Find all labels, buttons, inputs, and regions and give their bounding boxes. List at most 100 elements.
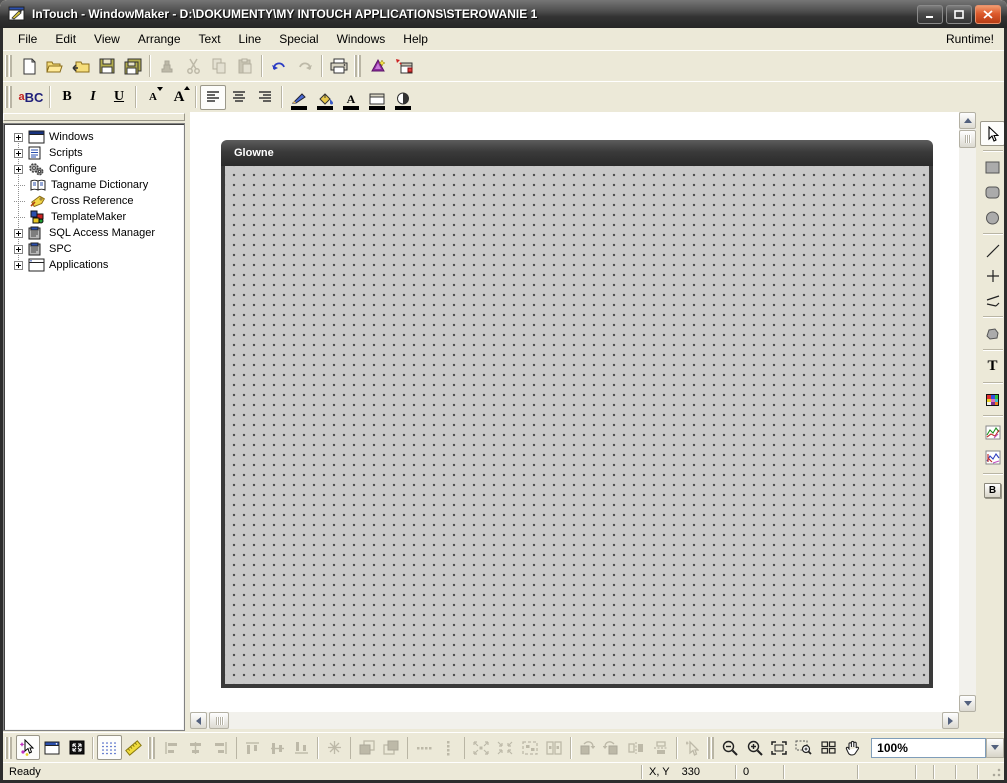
toolbar-gripper[interactable] xyxy=(5,737,12,759)
align-right-edges-button xyxy=(208,735,233,760)
horizontal-scrollbar[interactable] xyxy=(190,712,959,729)
show-all-windows-button[interactable] xyxy=(816,735,841,760)
scroll-right-button[interactable] xyxy=(942,712,959,729)
menu-line[interactable]: Line xyxy=(230,29,271,49)
document-titlebar[interactable]: Glowne xyxy=(221,140,933,166)
fill-color-button[interactable] xyxy=(312,85,338,110)
undo-button[interactable] xyxy=(266,54,292,79)
open-window-button[interactable] xyxy=(42,54,68,79)
zoom-out-button[interactable] xyxy=(718,735,743,760)
underline-button[interactable]: U xyxy=(106,85,132,110)
print-button[interactable] xyxy=(326,54,352,79)
minimize-button[interactable] xyxy=(917,5,943,24)
scroll-left-button[interactable] xyxy=(190,712,207,729)
transparent-color-button[interactable] xyxy=(390,85,416,110)
text-color-button[interactable]: A xyxy=(338,85,364,110)
titlebar[interactable]: InTouch - WindowMaker - D:\DOKUMENTY\MY … xyxy=(0,0,1007,28)
close-button[interactable] xyxy=(975,5,1001,24)
rectangle-tool[interactable] xyxy=(980,156,1005,179)
pan-button[interactable] xyxy=(841,735,866,760)
menu-edit[interactable]: Edit xyxy=(46,29,85,49)
snap-to-grid-button[interactable] xyxy=(97,735,122,760)
tree-item-cross-reference[interactable]: Cross Reference xyxy=(4,193,184,209)
close-window-button[interactable] xyxy=(68,54,94,79)
hv-line-tool[interactable] xyxy=(980,264,1005,287)
tree-item-applications[interactable]: Applications xyxy=(4,257,184,273)
wizard-select-button[interactable] xyxy=(16,735,41,760)
tree-item-tagname-dictionary[interactable]: Tagname Dictionary xyxy=(4,177,184,193)
zoom-level-input[interactable]: 100% xyxy=(871,738,986,758)
templatemaker-icon xyxy=(30,210,47,224)
fit-to-window-button[interactable] xyxy=(767,735,792,760)
resize-grip[interactable] xyxy=(990,766,1002,778)
toolbar-gripper[interactable] xyxy=(5,86,12,108)
align-right-button[interactable] xyxy=(252,85,278,110)
full-screen-button[interactable] xyxy=(65,735,90,760)
zoom-in-button[interactable] xyxy=(742,735,767,760)
realtime-trend-tool[interactable] xyxy=(980,421,1005,444)
expand-icon[interactable] xyxy=(14,261,23,270)
selector-tool[interactable] xyxy=(980,121,1005,146)
zoom-combo-dropdown-button[interactable] xyxy=(986,738,1004,758)
menu-arrange[interactable]: Arrange xyxy=(129,29,190,49)
toggle-window-frame-button[interactable] xyxy=(391,54,417,79)
align-center-button[interactable] xyxy=(226,85,252,110)
polygon-tool[interactable] xyxy=(980,322,1005,345)
ruler-button[interactable] xyxy=(122,735,147,760)
scroll-down-button[interactable] xyxy=(959,695,976,712)
expand-icon[interactable] xyxy=(14,165,23,174)
toolbar-gripper[interactable] xyxy=(5,55,12,77)
tree-item-templatemaker[interactable]: TemplateMaker xyxy=(4,209,184,225)
bold-button[interactable]: B xyxy=(54,85,80,110)
menu-help[interactable]: Help xyxy=(394,29,437,49)
design-canvas[interactable] xyxy=(225,166,929,684)
tree-panel-header[interactable] xyxy=(3,113,185,121)
expand-icon[interactable] xyxy=(14,133,23,142)
expand-icon[interactable] xyxy=(14,245,23,254)
button-tool[interactable]: B xyxy=(980,479,1005,502)
tree-item-scripts[interactable]: Scripts xyxy=(4,145,184,161)
tree-item-configure[interactable]: Configure xyxy=(4,161,184,177)
tree-item-windows[interactable]: Windows xyxy=(4,129,184,145)
new-window-button[interactable] xyxy=(16,54,42,79)
tree-item-sql-access-manager[interactable]: SQL Access Manager xyxy=(4,225,184,241)
tree-item-spc[interactable]: SPC xyxy=(4,241,184,257)
line-tool[interactable] xyxy=(980,239,1005,262)
reduce-font-button[interactable]: A xyxy=(140,85,166,110)
tagname-dictionary-icon xyxy=(30,178,47,192)
enlarge-font-button[interactable]: A xyxy=(166,85,192,110)
toolbar-gripper[interactable] xyxy=(148,737,155,759)
align-left-button[interactable] xyxy=(200,85,226,110)
italic-button[interactable]: I xyxy=(80,85,106,110)
ellipse-tool[interactable] xyxy=(980,206,1005,229)
expand-icon[interactable] xyxy=(14,149,23,158)
tree-item-label: Cross Reference xyxy=(51,195,134,207)
menu-file[interactable]: File xyxy=(9,29,46,49)
vertical-scrollbar[interactable] xyxy=(959,112,976,712)
runtime-switch[interactable]: Runtime! xyxy=(946,32,1004,46)
maximize-button[interactable] xyxy=(946,5,972,24)
historical-trend-tool[interactable] xyxy=(980,446,1005,469)
horizontal-scroll-thumb[interactable] xyxy=(209,712,229,729)
wizard-dialog-button[interactable] xyxy=(365,54,391,79)
expand-icon[interactable] xyxy=(14,229,23,238)
window-color-button[interactable] xyxy=(364,85,390,110)
line-color-button[interactable] xyxy=(286,85,312,110)
menu-text[interactable]: Text xyxy=(190,29,230,49)
zoom-selection-button[interactable] xyxy=(791,735,816,760)
bitmap-tool[interactable] xyxy=(980,388,1005,411)
font-button[interactable]: a BC xyxy=(16,85,46,110)
menu-view[interactable]: View xyxy=(85,29,129,49)
show-windows-button[interactable] xyxy=(40,735,65,760)
toolbar-gripper[interactable] xyxy=(354,55,361,77)
menu-special[interactable]: Special xyxy=(270,29,327,49)
scroll-up-button[interactable] xyxy=(959,112,976,129)
save-all-button[interactable] xyxy=(120,54,146,79)
vertical-scroll-thumb[interactable] xyxy=(959,130,976,148)
save-button[interactable] xyxy=(94,54,120,79)
polyline-tool[interactable] xyxy=(980,289,1005,312)
text-tool[interactable]: T xyxy=(980,355,1005,378)
menu-windows[interactable]: Windows xyxy=(328,29,395,49)
rounded-rectangle-tool[interactable] xyxy=(980,181,1005,204)
toolbar-gripper[interactable] xyxy=(707,737,714,759)
